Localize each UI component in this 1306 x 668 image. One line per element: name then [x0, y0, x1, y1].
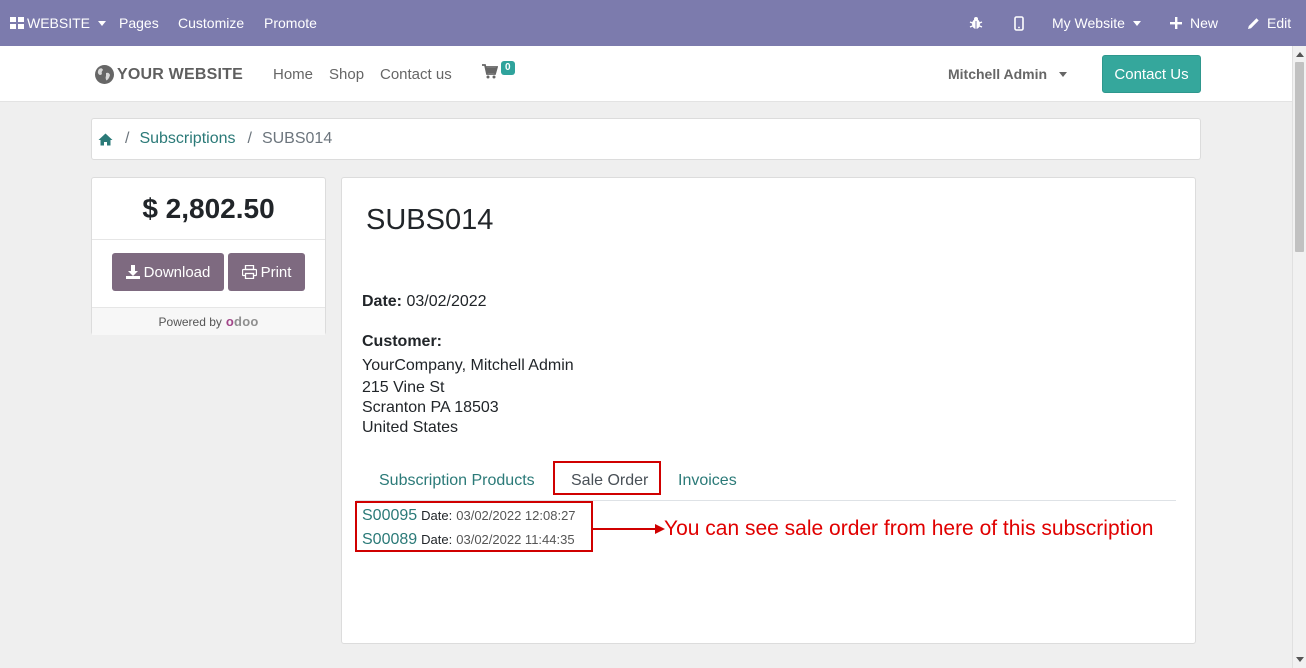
user-name: Mitchell Admin — [948, 66, 1048, 82]
address-street: 215 Vine St — [362, 379, 445, 396]
bug-icon — [969, 17, 983, 29]
cart-link[interactable]: 0 — [482, 61, 515, 84]
chevron-down-icon — [1132, 20, 1141, 26]
page-title: SUBS014 — [366, 204, 494, 236]
annotation-text: You can see sale order from here of this… — [664, 517, 1154, 540]
date-label: Date: — [362, 293, 403, 310]
nav-shop[interactable]: Shop — [329, 66, 364, 83]
breadcrumb: / Subscriptions / SUBS014 — [91, 118, 1201, 160]
user-menu[interactable]: Mitchell Admin — [948, 66, 1068, 82]
mobile-icon — [1014, 15, 1024, 31]
subscription-card: SUBS014 Date: 03/02/2022 Customer: YourC… — [341, 177, 1196, 644]
scroll-up-arrow-icon[interactable] — [1296, 52, 1304, 57]
my-website-menu[interactable]: My Website — [1052, 0, 1141, 46]
print-icon — [241, 265, 257, 279]
website-menu-label: WEBSITE — [27, 15, 91, 31]
tab-bar: Subscription Products Sale Order Invoice… — [356, 461, 1176, 501]
my-website-label: My Website — [1052, 15, 1125, 31]
annotation-highlight-tab — [553, 461, 661, 495]
logo-text: YOUR WEBSITE — [117, 65, 243, 83]
print-button[interactable]: Print — [228, 253, 305, 291]
download-button[interactable]: Download — [112, 253, 224, 291]
address-country: United States — [362, 419, 459, 436]
annotation-arrow-icon — [593, 524, 665, 534]
plus-icon — [1170, 17, 1182, 29]
tab-subscription-products[interactable]: Subscription Products — [379, 461, 535, 501]
date-value: 03/02/2022 — [406, 293, 487, 310]
website-menu[interactable]: WEBSITE — [10, 0, 107, 46]
print-label: Print — [260, 263, 292, 281]
site-logo[interactable]: YOUR WEBSITE — [94, 64, 243, 85]
breadcrumb-subscriptions[interactable]: Subscriptions — [139, 130, 235, 148]
scroll-thumb[interactable] — [1295, 62, 1304, 252]
new-button[interactable]: New — [1170, 0, 1218, 46]
chevron-down-icon — [1059, 71, 1068, 77]
address-city: Scranton PA 18503 — [362, 399, 499, 416]
odoo-logo[interactable]: odoo — [226, 314, 259, 329]
nav-home[interactable]: Home — [273, 66, 313, 83]
breadcrumb-separator: / — [247, 130, 252, 147]
cart-count-badge: 0 — [501, 61, 515, 75]
cart-icon — [482, 64, 499, 79]
annotation-highlight-orders — [355, 501, 593, 552]
download-icon — [125, 265, 140, 279]
chevron-down-icon — [98, 20, 107, 26]
contact-us-button[interactable]: Contact Us — [1102, 55, 1201, 93]
download-label: Download — [143, 263, 211, 281]
odoo-logo-rest: doo — [234, 314, 259, 329]
date-line: Date: 03/02/2022 — [362, 293, 487, 311]
pages-menu[interactable]: Pages — [119, 0, 159, 46]
nav-contact-us[interactable]: Contact us — [380, 66, 452, 83]
customer-label: Customer: — [362, 333, 443, 350]
customer-name: YourCompany, Mitchell Admin — [362, 357, 574, 374]
tab-invoices[interactable]: Invoices — [678, 461, 737, 501]
amount-card: $ 2,802.50 Download Print Powered by odo… — [91, 177, 326, 335]
pencil-icon — [1248, 17, 1259, 29]
apps-grid-icon — [10, 17, 24, 29]
admin-bar: WEBSITE Pages Customize Promote My Websi… — [0, 0, 1306, 46]
customize-menu[interactable]: Customize — [178, 0, 244, 46]
powered-by-label: Powered by — [158, 314, 222, 329]
scroll-down-arrow-icon[interactable] — [1296, 657, 1304, 662]
debug-button[interactable] — [969, 0, 983, 46]
mobile-preview-button[interactable] — [1014, 0, 1024, 46]
total-amount: $ 2,802.50 — [92, 178, 325, 240]
site-header: YOUR WEBSITE Home Shop Contact us 0 Mitc… — [0, 46, 1292, 102]
customer-address: YourCompany, Mitchell Admin 215 Vine St … — [362, 356, 574, 438]
breadcrumb-current: SUBS014 — [261, 130, 333, 147]
powered-by: Powered by odoo — [92, 307, 325, 335]
breadcrumb-separator: / — [125, 130, 130, 147]
action-buttons: Download Print — [112, 253, 305, 291]
promote-menu[interactable]: Promote — [264, 0, 317, 46]
page-scrollbar[interactable] — [1292, 46, 1306, 668]
edit-label: Edit — [1267, 15, 1292, 31]
globe-icon — [95, 65, 114, 84]
home-icon[interactable] — [98, 133, 113, 146]
edit-button[interactable]: Edit — [1247, 0, 1291, 46]
new-label: New — [1190, 15, 1219, 31]
